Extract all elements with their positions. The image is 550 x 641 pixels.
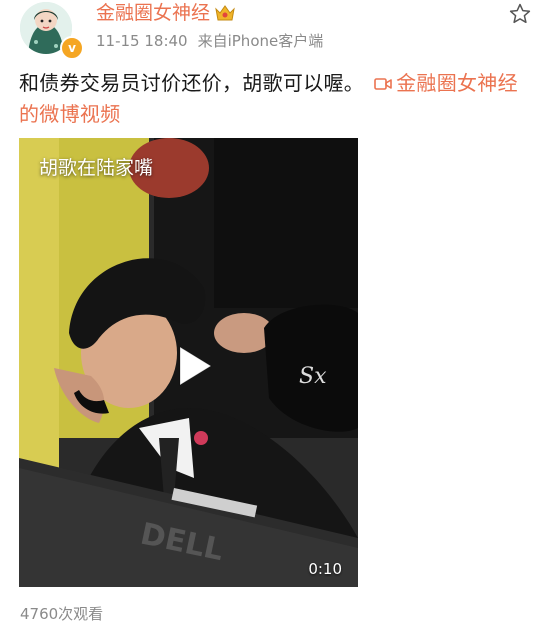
video-player[interactable]: Sx DELL 胡歌在陆家嘴 0:10	[19, 138, 358, 587]
video-icon	[374, 78, 392, 90]
play-icon[interactable]	[174, 344, 214, 388]
post-text: 和债券交易员讨价还价，胡歌可以喔。 金融圈女神经的微博视频	[19, 68, 531, 130]
username-text[interactable]: 金融圈女神经	[96, 0, 210, 26]
username[interactable]: 金融圈女神经	[96, 0, 236, 26]
post-meta: 11-15 18:40 来自iPhone客户端	[96, 30, 333, 52]
video-duration: 0:10	[308, 560, 342, 578]
svg-text:Sx: Sx	[299, 364, 327, 389]
crown-icon	[215, 5, 235, 21]
star-icon[interactable]	[508, 2, 532, 26]
timestamp: 11-15 18:40	[96, 32, 188, 50]
post-source: 来自iPhone客户端	[197, 32, 324, 50]
post-body: 和债券交易员讨价还价，胡歌可以喔。	[19, 71, 365, 95]
verified-badge-icon: v	[60, 36, 84, 60]
video-overlay-title: 胡歌在陆家嘴	[39, 157, 154, 179]
view-count: 4760次观看	[20, 605, 104, 623]
